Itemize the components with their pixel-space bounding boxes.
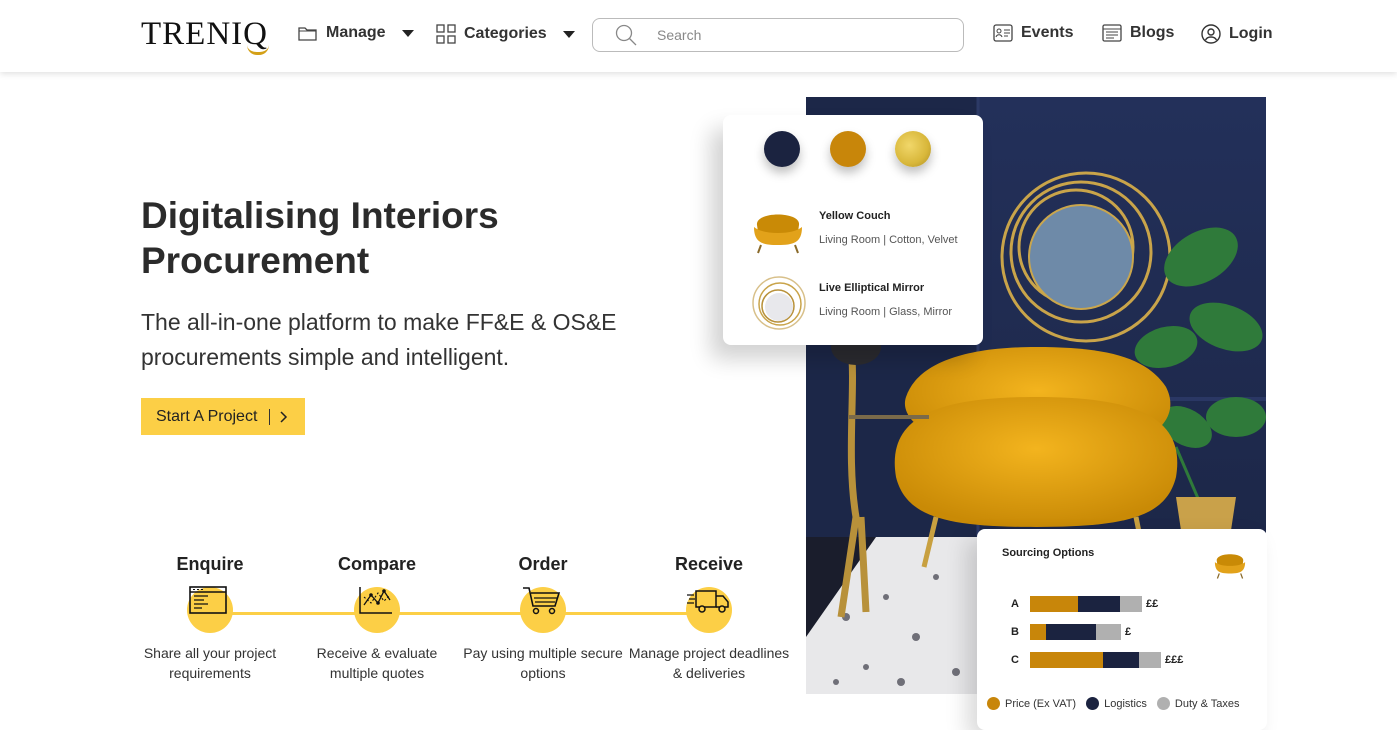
couch-thumbnail (1214, 554, 1246, 579)
step-desc: Share all your project requirements (143, 645, 277, 681)
login-link[interactable]: Login (1201, 24, 1273, 44)
product-card: Yellow Couch Living Room | Cotton, Velve… (723, 115, 983, 345)
product-desc: Living Room | Glass, Mirror (819, 306, 953, 318)
product-name[interactable]: Yellow Couch (819, 210, 891, 222)
row-value: £££ (1165, 654, 1184, 666)
sourcing-row-a: A ££ (1011, 596, 1158, 612)
legend-label: Duty & Taxes (1174, 697, 1240, 710)
sourcing-legend: Price (Ex VAT) Logistics Duty & Taxes (987, 697, 1240, 710)
user-icon (1201, 24, 1221, 44)
search-box (592, 18, 964, 52)
enquire-icon (187, 586, 233, 633)
bar-logistics (1046, 624, 1096, 640)
bar-logistics (1078, 596, 1120, 612)
row-label: B (1011, 626, 1019, 638)
product-name[interactable]: Live Elliptical Mirror (819, 282, 924, 294)
yellow-couch-thumbnail[interactable] (751, 205, 805, 255)
chevron-down-icon (562, 30, 575, 38)
step-desc: Pay using multiple secure options (463, 645, 623, 681)
sourcing-row-c: C £££ (1011, 652, 1183, 668)
step-title: Receive (674, 554, 744, 574)
legend-logistics: Logistics (1086, 697, 1147, 710)
bar-price (1030, 596, 1078, 612)
step-title: Enquire (176, 554, 244, 574)
swatch-navy[interactable] (764, 131, 800, 167)
swatch-gold[interactable] (830, 131, 866, 167)
product-desc: Living Room | Cotton, Velvet (819, 234, 958, 246)
sourcing-title: Sourcing Options (1002, 547, 1095, 559)
step-title: Order (518, 554, 568, 574)
step-enquire: Enquire Share all your project requireme… (127, 553, 293, 683)
start-project-button[interactable]: Start A Project (141, 398, 305, 435)
grid-icon (436, 24, 456, 44)
bar-duty (1096, 624, 1121, 640)
step-order: Order Pay using multiple secure options (460, 553, 626, 683)
folder-icon (298, 27, 317, 41)
categories-label: Categories (464, 25, 547, 42)
chevron-down-icon (401, 29, 414, 37)
search-icon[interactable] (615, 24, 637, 46)
manage-menu[interactable]: Manage (298, 24, 414, 42)
logo-swash (247, 45, 269, 55)
bar-price (1030, 624, 1046, 640)
bar-logistics (1103, 652, 1139, 668)
sourcing-options-card: Sourcing Options A ££ B £ C £££ Price (Ex VAT… (977, 529, 1267, 730)
blogs-label: Blogs (1130, 24, 1175, 41)
bar-duty (1139, 652, 1161, 668)
legend-price: Price (Ex VAT) (987, 697, 1076, 710)
step-compare: Compare Receive & evaluate multiple quot… (294, 553, 460, 683)
step-desc: Manage project deadlines & deliveries (628, 645, 790, 681)
chevron-right-icon (280, 410, 288, 423)
manage-label: Manage (326, 24, 386, 41)
hero-subtitle: The all-in-one platform to make FF&E & O… (141, 309, 617, 370)
sourcing-row-b: B £ (1011, 624, 1131, 640)
step-receive: Receive Manage project deadlines & deliv… (626, 553, 792, 683)
navbar: TRENIQ Manage Categories Events Blogs Lo… (0, 0, 1397, 72)
row-value: ££ (1146, 598, 1159, 610)
swatch-brass[interactable] (895, 131, 931, 167)
bar-price (1030, 652, 1103, 668)
hero-title: Digitalising Interiors Procurement (141, 195, 499, 281)
login-label: Login (1229, 25, 1273, 42)
legend-label: Logistics (1104, 697, 1147, 710)
events-icon (993, 24, 1013, 42)
legend-label: Price (Ex VAT) (1005, 697, 1077, 710)
delivery-truck-icon (686, 587, 732, 633)
legend-duty: Duty & Taxes (1156, 697, 1240, 710)
row-value: £ (1125, 626, 1132, 638)
row-label: A (1011, 598, 1019, 610)
categories-menu[interactable]: Categories (436, 24, 575, 44)
row-label: C (1011, 654, 1019, 666)
cart-icon (520, 587, 566, 633)
events-label: Events (1021, 24, 1074, 41)
step-title: Compare (337, 554, 417, 574)
step-desc: Receive & evaluate multiple quotes (316, 645, 438, 681)
compare-chart-icon (354, 587, 400, 633)
mirror-thumbnail[interactable] (751, 275, 807, 331)
start-project-label: Start A Project (156, 407, 258, 425)
blog-icon (1102, 24, 1122, 42)
button-divider (269, 408, 271, 425)
blogs-link[interactable]: Blogs (1102, 24, 1174, 42)
events-link[interactable]: Events (993, 24, 1073, 42)
search-input[interactable] (657, 27, 937, 43)
bar-duty (1120, 596, 1142, 612)
